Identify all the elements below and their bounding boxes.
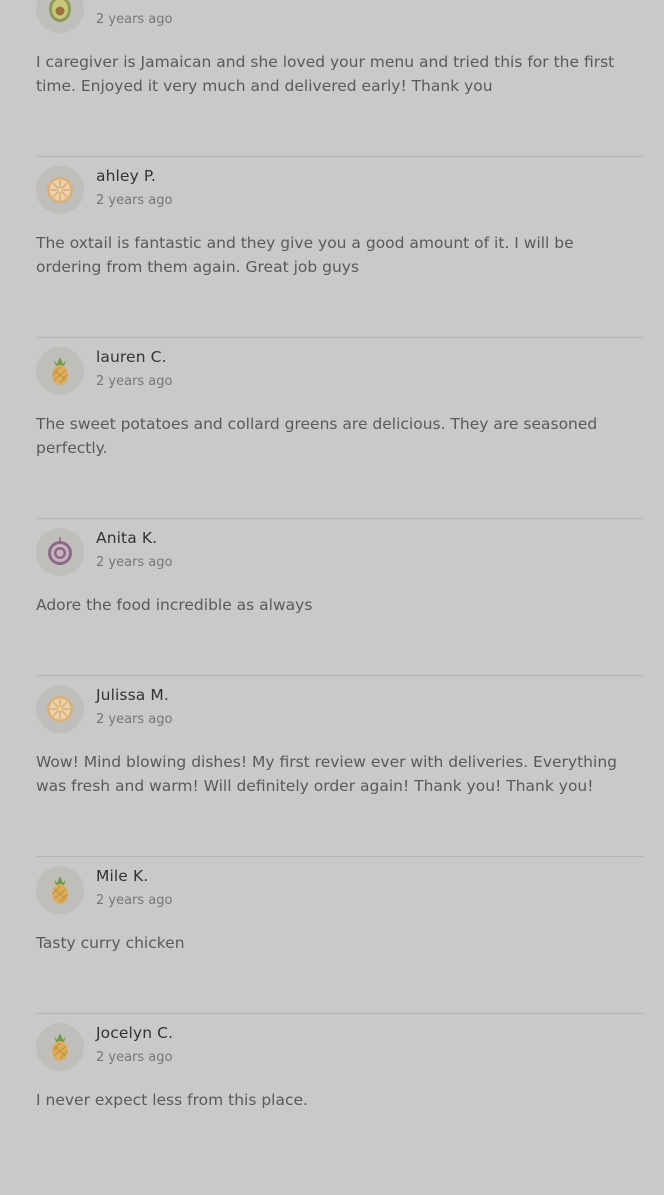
reviews-list: 2 years ago I caregiver is Jamaican and … [0, 0, 664, 1195]
reviewer-name: Mile K. [96, 867, 149, 885]
pineapple-icon [36, 1023, 84, 1071]
review-text: I never expect less from this place. [36, 1091, 308, 1109]
reviewer-name: Julissa M. [96, 686, 169, 704]
review-time: 2 years ago [96, 12, 173, 27]
reviewer-name: lauren C. [96, 348, 167, 366]
review-time: 2 years ago [96, 374, 173, 389]
review-item: Anita K. 2 years ago Adore the food incr… [0, 519, 664, 676]
review-text: The oxtail is fantastic and they give yo… [36, 234, 574, 276]
review-item: Jocelyn C. 2 years ago I never expect le… [0, 1014, 664, 1195]
pineapple-icon [36, 866, 84, 914]
review-text: The sweet potatoes and collard greens ar… [36, 415, 598, 457]
review-time: 2 years ago [96, 712, 173, 727]
citrus-slice-icon [36, 685, 84, 733]
review-text: Wow! Mind blowing dishes! My first revie… [36, 753, 617, 795]
review-text: Tasty curry chicken [36, 934, 185, 952]
review-time: 2 years ago [96, 193, 173, 208]
review-time: 2 years ago [96, 555, 173, 570]
reviewer-name: Jocelyn C. [96, 1024, 174, 1042]
review-text: Adore the food incredible as always [36, 596, 313, 614]
citrus-slice-icon [36, 166, 84, 214]
reviewer-name: ahley P. [96, 167, 156, 185]
onion-icon [36, 528, 84, 576]
pineapple-icon [36, 347, 84, 395]
review-item: Julissa M. 2 years ago Wow! Mind blowing… [0, 676, 664, 857]
review-time: 2 years ago [96, 1050, 173, 1065]
review-text: I caregiver is Jamaican and she loved yo… [36, 53, 615, 95]
review-time: 2 years ago [96, 893, 173, 908]
review-item: 2 years ago I caregiver is Jamaican and … [0, 0, 664, 157]
reviewer-name: Anita K. [96, 529, 158, 547]
avocado-icon [36, 0, 84, 33]
review-item: Mile K. 2 years ago Tasty curry chicken [0, 857, 664, 1014]
review-item: ahley P. 2 years ago The oxtail is fanta… [0, 157, 664, 338]
review-item: lauren C. 2 years ago The sweet potatoes… [0, 338, 664, 519]
